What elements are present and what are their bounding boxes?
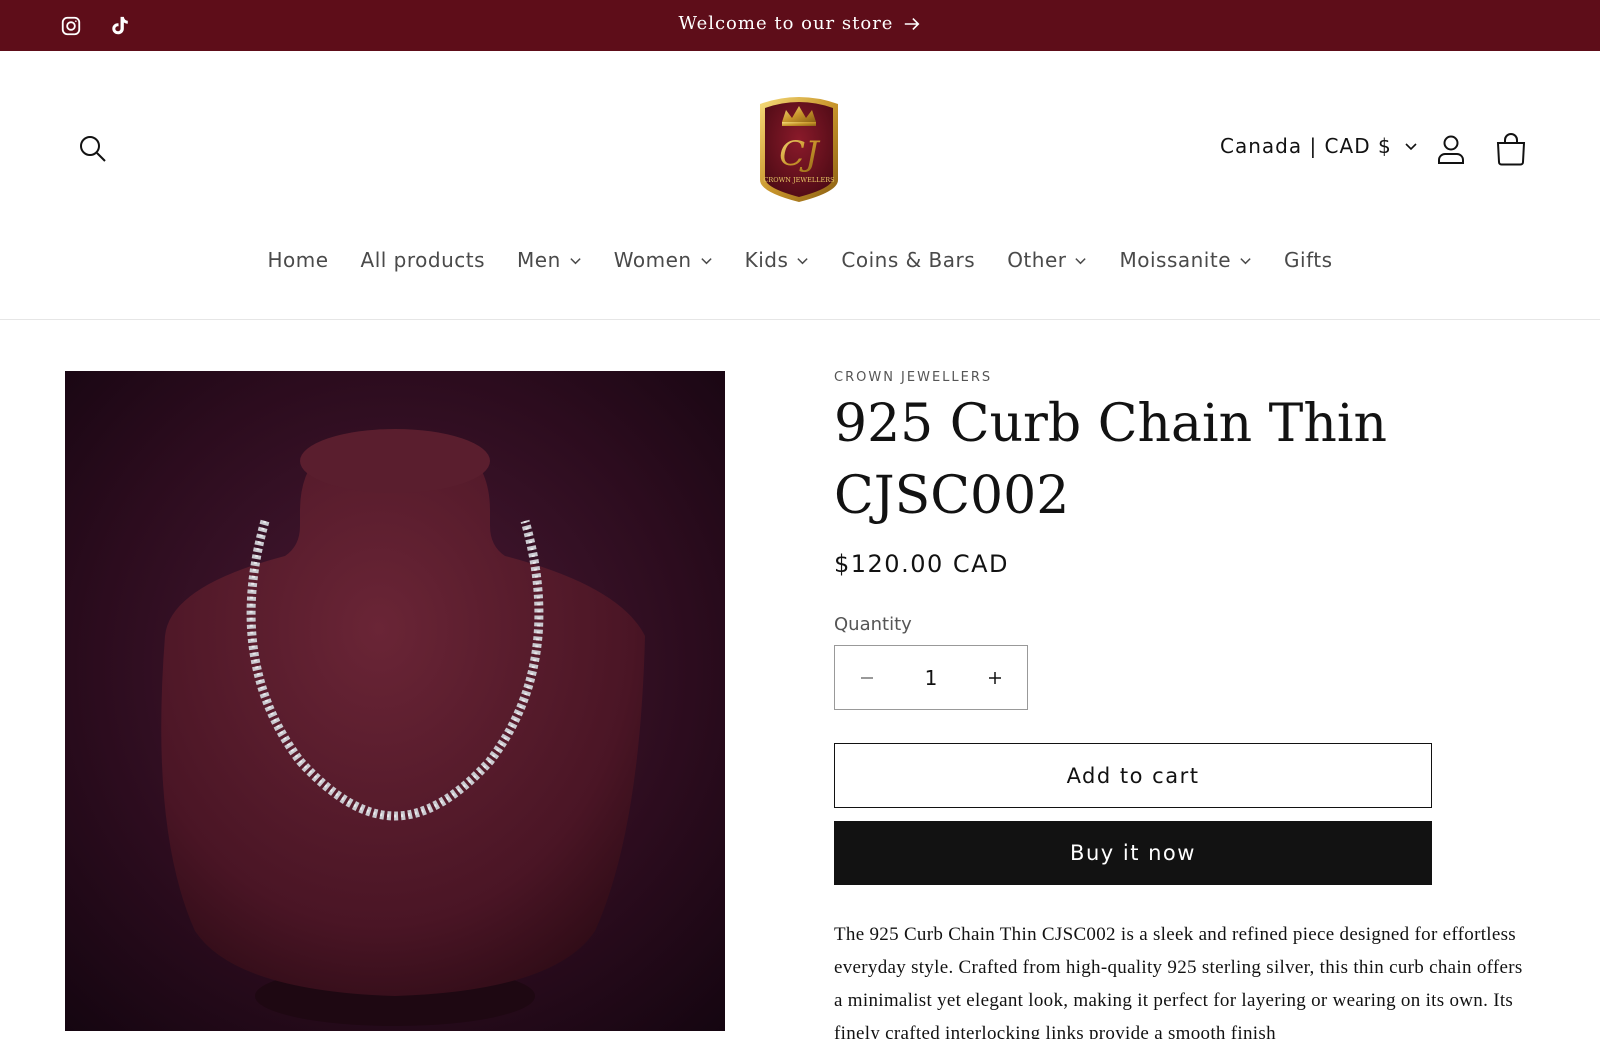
- chevron-down-icon: [700, 257, 712, 264]
- add-to-cart-button[interactable]: Add to cart: [834, 743, 1432, 808]
- quantity-stepper: 1: [834, 645, 1028, 710]
- chevron-down-icon: [1405, 143, 1417, 151]
- nav-item-other[interactable]: Other: [991, 248, 1103, 272]
- nav-item-gifts[interactable]: Gifts: [1268, 248, 1349, 272]
- quantity-increase-button[interactable]: [963, 646, 1027, 709]
- chevron-down-icon: [1075, 257, 1087, 264]
- plus-icon: [989, 671, 1001, 684]
- nav-item-kids[interactable]: Kids: [729, 248, 826, 272]
- nav-item-home[interactable]: Home: [251, 248, 344, 272]
- product-image[interactable]: [65, 371, 725, 1031]
- chevron-down-icon: [797, 257, 809, 264]
- nav-item-men[interactable]: Men: [501, 248, 598, 272]
- country-currency-selector[interactable]: Canada | CAD $: [1220, 134, 1418, 158]
- minus-icon: [861, 676, 873, 679]
- nav-item-coins-bars[interactable]: Coins & Bars: [825, 248, 991, 272]
- product-description: The 925 Curb Chain Thin CJSC002 is a sle…: [834, 924, 1523, 1039]
- nav-item-all-products[interactable]: All products: [345, 248, 502, 272]
- cart-icon[interactable]: [1492, 130, 1530, 168]
- nav-item-moissanite[interactable]: Moissanite: [1103, 248, 1268, 272]
- product-title: 925 Curb Chain Thin CJSC002: [834, 394, 1387, 526]
- product-price: $120.00 CAD: [834, 550, 1010, 578]
- logo-text: CROWN JEWELLERS: [763, 176, 834, 184]
- announcement-bar: Welcome to our store: [0, 0, 1600, 51]
- chevron-down-icon: [570, 257, 581, 264]
- logo-monogram: CJ: [779, 134, 821, 174]
- chevron-down-icon: [1240, 257, 1251, 264]
- search-icon[interactable]: [76, 132, 110, 166]
- announcement-text: Welcome to our store: [678, 13, 894, 34]
- locale-label: Canada | CAD $: [1220, 134, 1392, 158]
- store-logo[interactable]: CJ CROWN JEWELLERS: [752, 92, 846, 205]
- product-vendor: CROWN JEWELLERS: [834, 370, 993, 385]
- account-icon[interactable]: [1433, 131, 1469, 167]
- arrow-right-icon: [905, 17, 920, 30]
- main-navigation: Home All products Men Women Kids Coins &…: [0, 248, 1600, 272]
- quantity-decrease-button[interactable]: [835, 646, 899, 709]
- header-divider: [0, 319, 1600, 320]
- nav-item-women[interactable]: Women: [598, 248, 729, 272]
- quantity-label: Quantity: [834, 614, 912, 635]
- quantity-input[interactable]: 1: [899, 666, 963, 690]
- announcement-link[interactable]: Welcome to our store: [0, 13, 1600, 34]
- buy-it-now-button[interactable]: Buy it now: [834, 821, 1432, 885]
